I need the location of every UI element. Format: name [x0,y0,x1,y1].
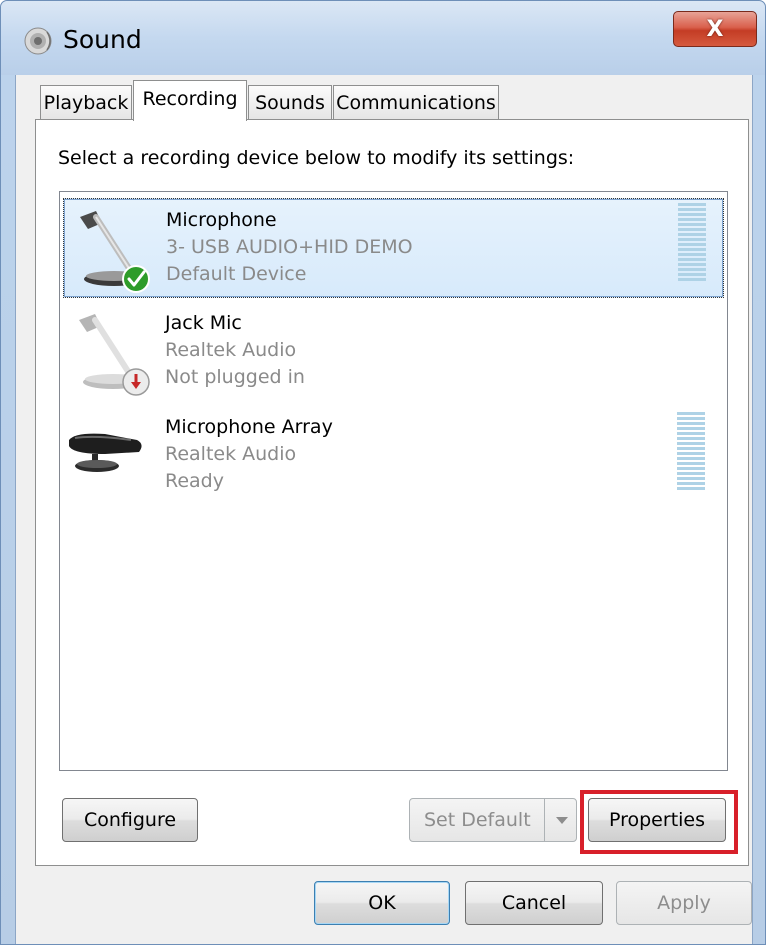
device-status: Not plugged in [165,366,305,388]
microphone-array-icon [69,433,142,472]
device-driver: Realtek Audio [165,339,297,361]
tab-communications[interactable]: Communications [333,85,499,121]
button-label: Cancel [501,892,567,914]
button-label: Configure [83,809,177,831]
set-default-dropdown-arrow[interactable] [544,799,578,841]
recording-device-list[interactable]: Microphone 3- USB AUDIO+HID DEMO Default… [59,191,728,771]
window-title: Sound [63,25,142,54]
tab-playback[interactable]: Playback [40,85,132,121]
tab-label: Playback [43,92,129,114]
tab-recording[interactable]: Recording [133,80,247,121]
device-item-microphone-array[interactable]: Microphone Array Realtek Audio Ready [63,406,724,506]
properties-highlight-box [580,790,738,854]
device-status: Ready [165,470,224,492]
tab-label: Recording [142,88,238,110]
device-name: Microphone [166,209,277,231]
device-status: Default Device [166,263,307,285]
title-bar: Sound X [1,1,765,75]
button-label: Set Default [424,809,531,831]
device-item-jack-mic[interactable]: Jack Mic Realtek Audio Not plugged in [63,302,724,402]
close-button[interactable]: X [673,11,757,47]
instruction-text: Select a recording device below to modif… [58,147,575,169]
tab-label: Communications [336,92,496,114]
apply-button[interactable]: Apply [616,881,752,925]
chevron-down-icon [555,816,568,824]
unplugged-badge-icon [122,368,150,396]
set-default-split-button[interactable]: Set Default [409,798,577,842]
device-driver: Realtek Audio [165,443,297,465]
tab-sounds[interactable]: Sounds [248,85,332,121]
device-name: Jack Mic [165,312,242,334]
tab-label: Sounds [255,92,325,114]
speaker-icon [24,27,52,55]
ok-button[interactable]: OK [314,881,450,925]
button-label: OK [368,892,396,914]
close-icon: X [706,16,724,42]
button-label: Apply [657,892,711,914]
cancel-button[interactable]: Cancel [465,881,603,925]
default-check-badge-icon [122,265,150,293]
level-meter [678,203,706,283]
device-item-microphone[interactable]: Microphone 3- USB AUDIO+HID DEMO Default… [63,198,724,298]
configure-button[interactable]: Configure [62,798,198,842]
level-meter [677,412,705,492]
device-name: Microphone Array [165,416,333,438]
microphone-icon [80,211,150,293]
device-driver: 3- USB AUDIO+HID DEMO [166,236,413,258]
